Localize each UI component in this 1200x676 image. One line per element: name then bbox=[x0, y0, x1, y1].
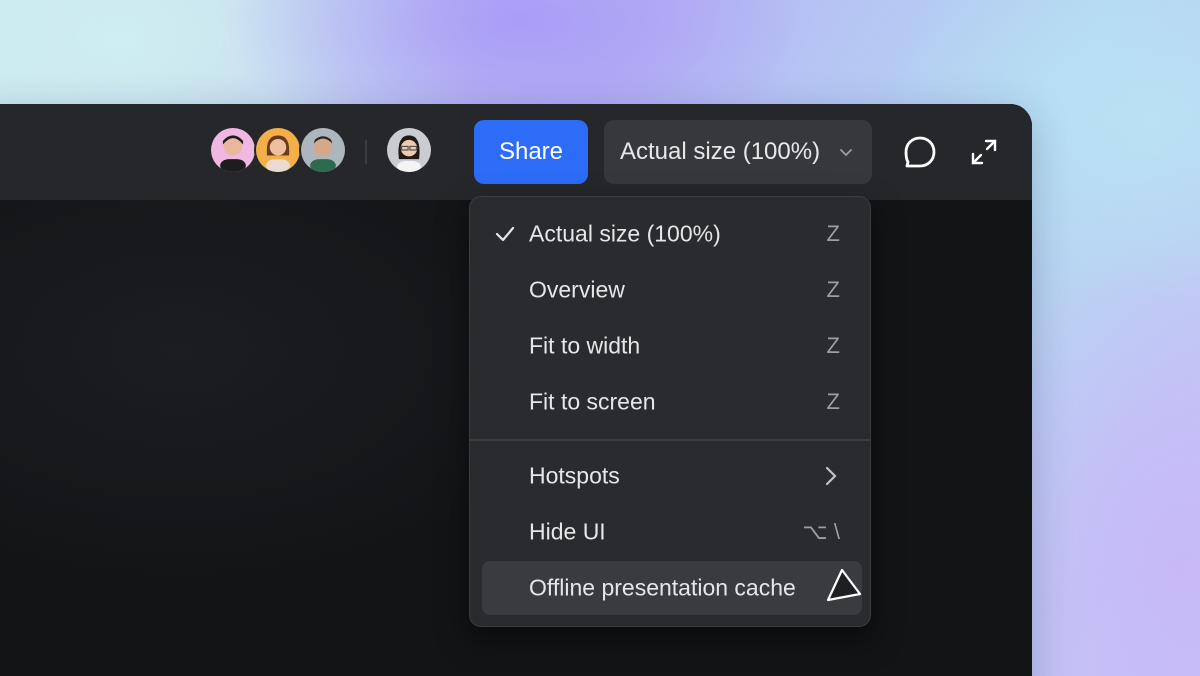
menu-item-hide-ui[interactable]: Hide UI ⌥ \ bbox=[482, 505, 862, 559]
share-button[interactable]: Share bbox=[474, 120, 588, 184]
menu-item-label: Actual size (100%) bbox=[529, 220, 721, 247]
menu-item-overview[interactable]: Overview Z bbox=[482, 263, 862, 317]
menu-item-shortcut: Z bbox=[826, 221, 840, 246]
avatar-collaborator-3[interactable] bbox=[299, 126, 347, 174]
menu-item-shortcut: Z bbox=[826, 333, 840, 358]
menu-item-label: Hide UI bbox=[529, 518, 606, 545]
chevron-right-icon bbox=[825, 466, 837, 486]
avatar-collaborator-1[interactable] bbox=[209, 126, 257, 174]
avatar-collaborator-2[interactable] bbox=[254, 126, 302, 174]
menu-item-shortcut: Z bbox=[826, 277, 840, 302]
toolbar-divider bbox=[365, 140, 367, 164]
menu-item-label: Fit to screen bbox=[529, 388, 656, 415]
menu-item-label: Fit to width bbox=[529, 332, 641, 359]
comment-icon bbox=[904, 136, 936, 168]
chevron-down-icon bbox=[840, 149, 852, 157]
avatar-current-user[interactable] bbox=[385, 126, 433, 174]
zoom-dropdown-value: Actual size (100%) bbox=[620, 138, 821, 165]
zoom-menu: Actual size (100%) Z Overview Z Fit to w… bbox=[469, 196, 871, 627]
comment-button[interactable] bbox=[898, 130, 942, 174]
expand-icon bbox=[971, 139, 997, 165]
mouse-cursor-icon bbox=[826, 568, 862, 602]
menu-item-fit-to-width[interactable]: Fit to width Z bbox=[482, 319, 862, 373]
menu-item-actual-size[interactable]: Actual size (100%) Z bbox=[482, 207, 862, 261]
menu-item-hotspots[interactable]: Hotspots bbox=[482, 449, 862, 503]
menu-separator bbox=[470, 439, 870, 441]
menu-item-label: Overview bbox=[529, 276, 625, 303]
menu-item-shortcut: Z bbox=[826, 389, 840, 414]
menu-item-shortcut: ⌥ \ bbox=[802, 519, 840, 544]
zoom-dropdown[interactable]: Actual size (100%) bbox=[604, 120, 872, 184]
fullscreen-button[interactable] bbox=[962, 130, 1006, 174]
menu-item-fit-to-screen[interactable]: Fit to screen Z bbox=[482, 375, 862, 429]
menu-item-offline-cache[interactable]: Offline presentation cache bbox=[482, 561, 862, 615]
checkmark-icon bbox=[495, 226, 515, 242]
menu-item-label: Hotspots bbox=[529, 462, 620, 489]
menu-item-label: Offline presentation cache bbox=[529, 574, 796, 601]
